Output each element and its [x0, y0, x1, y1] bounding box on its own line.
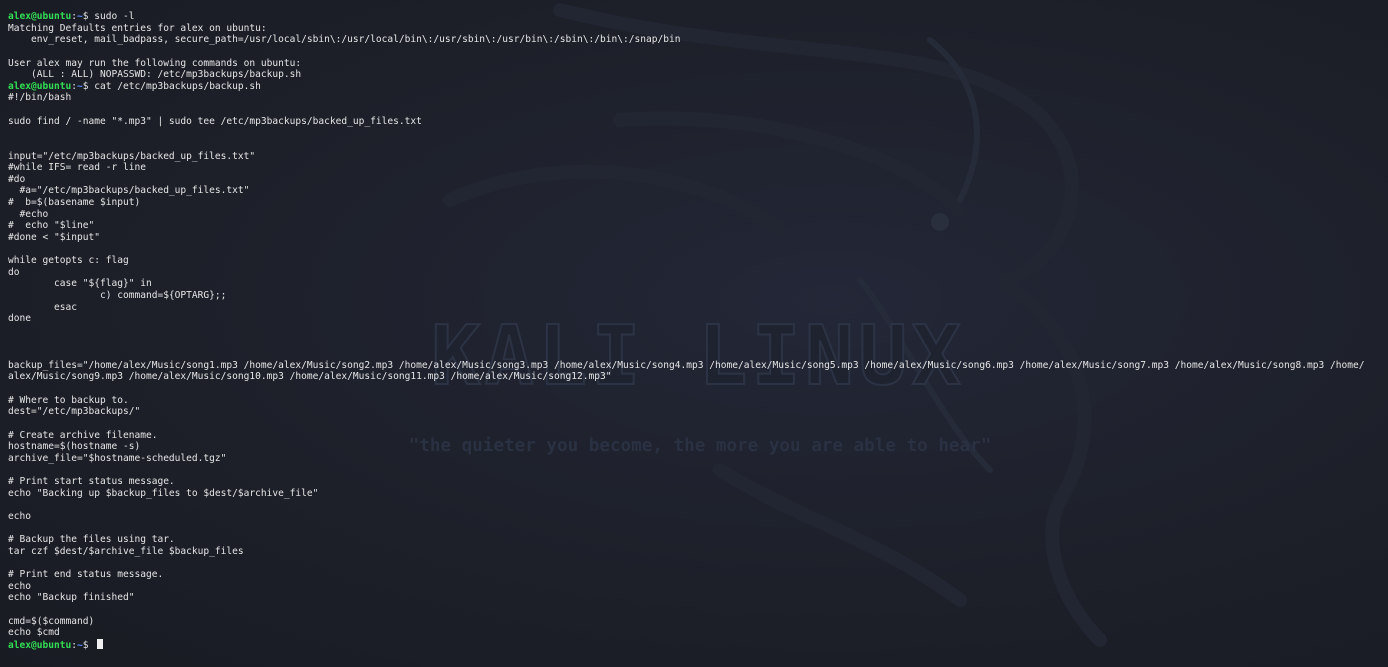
output-line: Matching Defaults entries for alex on ub…: [8, 22, 267, 34]
output-line: backup_files="/home/alex/Music/song1.mp3…: [8, 359, 1365, 371]
text-cursor[interactable]: [97, 638, 104, 649]
command-text: cat /etc/mp3backups/backup.sh: [94, 80, 261, 92]
output-line: # Create archive filename.: [8, 429, 158, 441]
output-line: while getopts c: flag: [8, 255, 129, 267]
output-line: do: [8, 266, 20, 278]
output-line: # Backup the files using tar.: [8, 534, 175, 546]
output-line: #!/bin/bash: [8, 92, 72, 104]
prompt-user-host: alex@ubuntu: [8, 639, 72, 651]
output-line: hostname=$(hostname -s): [8, 441, 141, 453]
output-line: archive_file="$hostname-scheduled.tgz": [8, 452, 227, 464]
output-line: env_reset, mail_badpass, secure_path=/us…: [8, 34, 681, 46]
output-line: # Print start status message.: [8, 476, 175, 487]
output-line: input="/etc/mp3backups/backed_up_files.t…: [8, 150, 256, 162]
output-line: esac: [8, 301, 77, 313]
output-line: tar czf $dest/$archive_file $backup_file…: [8, 545, 244, 557]
output-line: # echo "$line": [8, 220, 95, 232]
prompt-symbol: $: [82, 80, 95, 92]
output-line: #echo: [8, 208, 49, 220]
command-text: sudo -l: [94, 11, 135, 22]
output-line: #do: [8, 173, 26, 185]
output-line: #while IFS= read -r line: [8, 162, 146, 174]
output-line: echo "Backup finished": [8, 592, 135, 604]
output-line: case "${flag}" in: [8, 278, 152, 290]
output-line: #done < "$input": [8, 231, 100, 243]
terminal-output[interactable]: alex@ubuntu:~$ sudo -l Matching Defaults …: [8, 11, 1365, 651]
prompt-line: alex@ubuntu:~$: [8, 638, 1364, 651]
prompt-symbol: $: [82, 639, 95, 651]
terminal-window[interactable]: KALI LINUX "the quieter you become, the …: [0, 0, 1388, 667]
output-line: echo: [8, 580, 31, 592]
output-line: dest="/etc/mp3backups/": [8, 406, 141, 418]
output-line: done: [8, 313, 31, 325]
prompt-line: alex@ubuntu:~$ sudo -l: [8, 11, 1364, 23]
prompt-line: alex@ubuntu:~$ cat /etc/mp3backups/backu…: [8, 81, 1364, 93]
output-line: echo: [8, 510, 31, 522]
output-line: cmd=$($command): [8, 615, 95, 627]
prompt-symbol: $: [82, 11, 95, 22]
output-line: #a="/etc/mp3backups/backed_up_files.txt": [8, 185, 250, 197]
output-line: echo "Backing up $backup_files to $dest/…: [8, 487, 319, 499]
output-line: # Where to backup to.: [8, 394, 129, 406]
output-line: alex/Music/song9.mp3 /home/alex/Music/so…: [8, 371, 612, 383]
output-line: echo $cmd: [8, 627, 60, 639]
output-line: (ALL : ALL) NOPASSWD: /etc/mp3backups/ba…: [8, 69, 302, 81]
output-line: # Print end status message.: [8, 569, 164, 580]
prompt-user-host: alex@ubuntu: [8, 80, 72, 92]
output-line: User alex may run the following commands…: [8, 57, 302, 69]
output-line: # b=$(basename $input): [8, 197, 141, 208]
output-line: sudo find / -name "*.mp3" | sudo tee /et…: [8, 115, 422, 127]
output-line: c) command=${OPTARG};;: [8, 290, 227, 301]
prompt-user-host: alex@ubuntu: [8, 11, 72, 22]
